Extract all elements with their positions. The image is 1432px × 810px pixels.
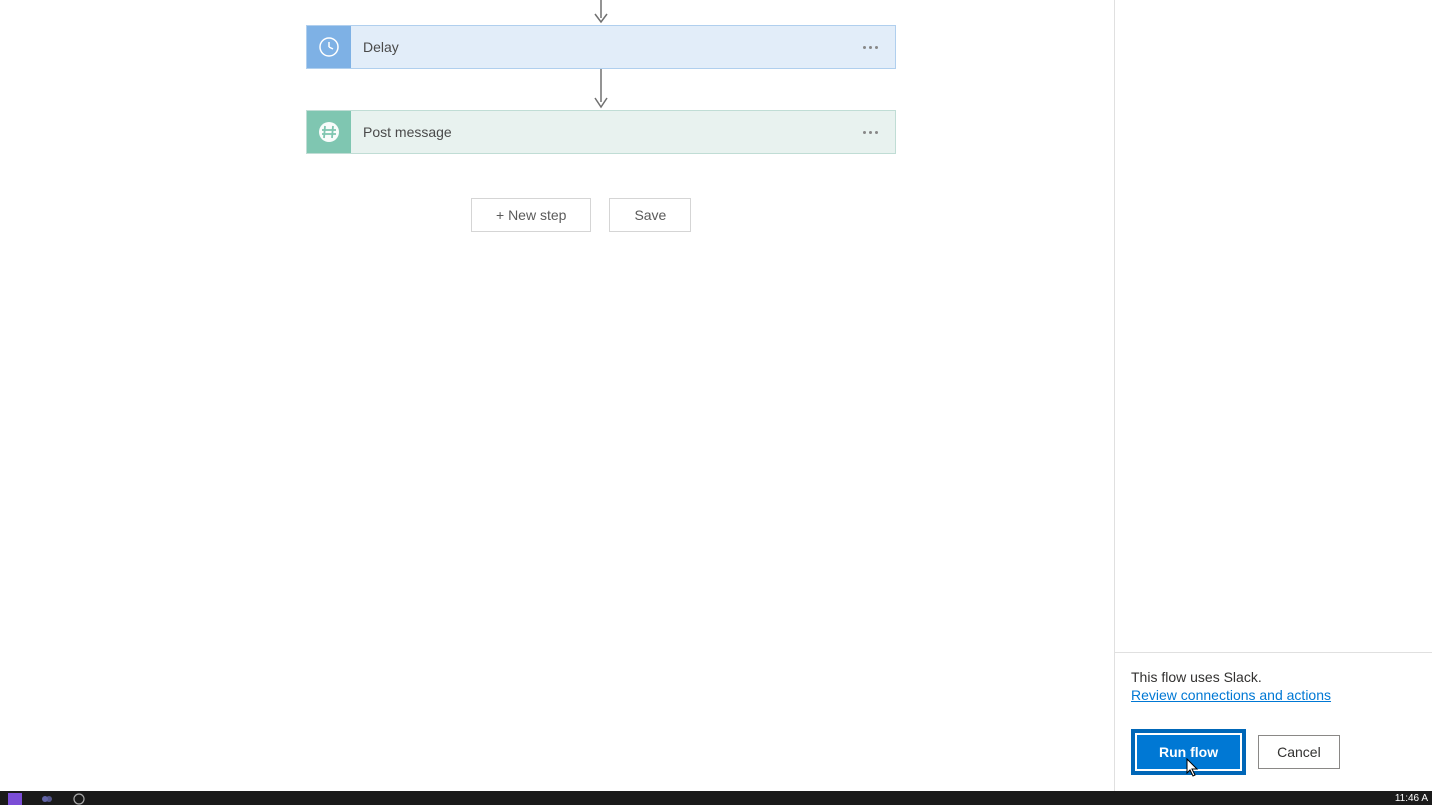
flow-step-post-message[interactable]: Post message (306, 110, 896, 154)
run-flow-button[interactable]: Run flow (1137, 735, 1240, 769)
step-menu-button[interactable] (845, 26, 895, 68)
run-flow-highlight: Run flow (1131, 729, 1246, 775)
arrow-connector-icon (592, 69, 610, 115)
taskbar-app-icon[interactable] (40, 792, 58, 804)
save-button[interactable]: Save (609, 198, 691, 232)
flow-steps-container: Delay Post message (0, 0, 1114, 791)
step-menu-button[interactable] (845, 111, 895, 153)
hash-icon (307, 111, 351, 153)
step-label: Post message (351, 111, 845, 153)
cancel-button[interactable]: Cancel (1258, 735, 1340, 769)
connection-info-text: This flow uses Slack. (1131, 669, 1416, 685)
step-label: Delay (351, 26, 845, 68)
ellipsis-icon (863, 131, 878, 134)
clock-icon (307, 26, 351, 68)
windows-taskbar[interactable]: 11:46 A (0, 791, 1432, 805)
taskbar-app-icon[interactable] (72, 792, 90, 804)
flow-action-buttons: + New step Save (471, 198, 691, 232)
taskbar-apps (0, 792, 90, 804)
ellipsis-icon (863, 46, 878, 49)
panel-footer: This flow uses Slack. Review connections… (1115, 652, 1432, 791)
panel-buttons: Run flow Cancel (1131, 729, 1416, 775)
panel-body (1115, 0, 1432, 652)
flow-canvas: Delay Post message (0, 0, 1114, 791)
flow-step-delay[interactable]: Delay (306, 25, 896, 69)
taskbar-clock[interactable]: 11:46 A (1395, 793, 1432, 804)
review-connections-link[interactable]: Review connections and actions (1131, 687, 1331, 703)
new-step-button[interactable]: + New step (471, 198, 591, 232)
run-flow-panel: This flow uses Slack. Review connections… (1114, 0, 1432, 791)
taskbar-app-icon[interactable] (8, 792, 26, 804)
